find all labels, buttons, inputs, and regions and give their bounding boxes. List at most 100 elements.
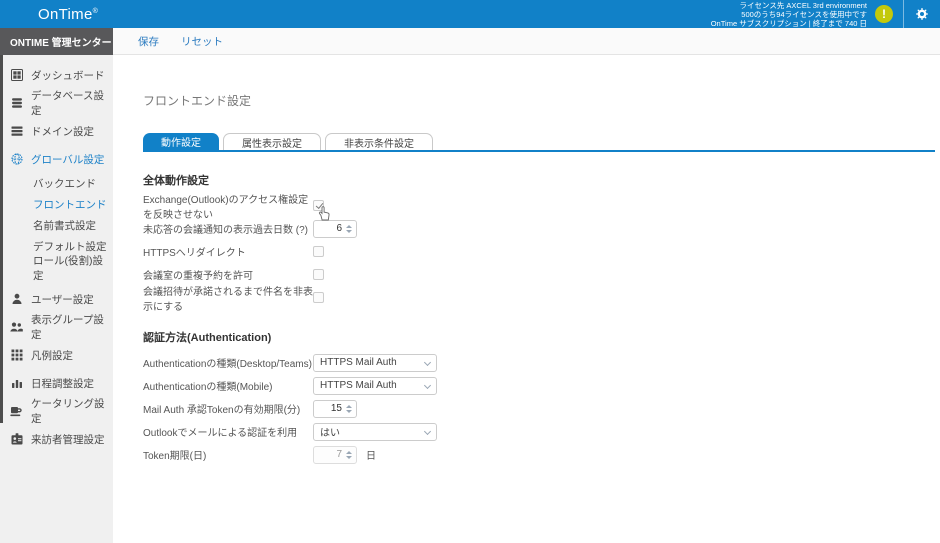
field-label: Authenticationの種類(Desktop/Teams) bbox=[143, 355, 313, 370]
field-label: 会議招待が承諾されるまで件名を非表示にする bbox=[143, 283, 313, 313]
number-value: 15 bbox=[331, 403, 342, 414]
sidebar-item-label: ロール(役割)設定 bbox=[33, 253, 113, 283]
license-line-1: ライセンス先 AXCEL 3rd environment bbox=[711, 1, 867, 10]
behavior-form: Exchange(Outlook)のアクセス権設定を反映させない 未応答の会議通… bbox=[143, 194, 935, 309]
sidebar-item-label: ドメイン設定 bbox=[31, 124, 94, 139]
sidebar-item-name-format[interactable]: 名前書式設定 bbox=[0, 215, 113, 236]
sidebar-item-label: データベース設定 bbox=[31, 88, 113, 118]
section-heading-behavior: 全体動作設定 bbox=[143, 172, 935, 188]
sidebar-item-label: フロントエンド bbox=[33, 197, 107, 212]
sidebar-item-label: グローバル設定 bbox=[31, 152, 104, 167]
authentication-form: Authenticationの種類(Desktop/Teams) HTTPS M… bbox=[143, 351, 935, 466]
exchange-access-checkbox[interactable] bbox=[313, 200, 324, 211]
chevron-down-icon bbox=[424, 358, 431, 365]
globe-icon bbox=[10, 153, 23, 166]
field-label: HTTPSへリダイレクト bbox=[143, 244, 313, 259]
double-booking-checkbox[interactable] bbox=[313, 269, 324, 280]
sidebar-item-label: 来訪者管理設定 bbox=[31, 432, 105, 447]
tab-behavior-settings[interactable]: 動作設定 bbox=[143, 133, 219, 150]
unanswered-days-input[interactable]: 6 bbox=[313, 220, 357, 238]
visitor-badge-icon bbox=[10, 433, 23, 446]
alert-icon[interactable]: ! bbox=[875, 5, 893, 23]
hide-subject-checkbox[interactable] bbox=[313, 292, 324, 303]
section-heading-authentication: 認証方法(Authentication) bbox=[143, 329, 935, 345]
license-line-3: OnTime サブスクリプション | 終了まで 740 日 bbox=[711, 19, 867, 28]
token-validity-input[interactable]: 15 bbox=[313, 400, 357, 418]
sidebar-item-dashboard[interactable]: ダッシュボード bbox=[0, 61, 113, 89]
legend-grid-icon bbox=[10, 349, 23, 362]
sidebar-item-label: 日程調整設定 bbox=[31, 376, 94, 391]
spinner-arrows[interactable] bbox=[346, 447, 352, 463]
token-expiry-input[interactable]: 7 bbox=[313, 446, 357, 464]
chevron-down-icon bbox=[424, 427, 431, 434]
domain-list-icon bbox=[10, 125, 23, 138]
select-value: はい bbox=[320, 424, 340, 439]
tab-attribute-display-settings[interactable]: 属性表示設定 bbox=[223, 133, 321, 150]
sidebar-item-domain[interactable]: ドメイン設定 bbox=[0, 117, 113, 145]
sidebar-item-global-settings[interactable]: グローバル設定 bbox=[0, 145, 113, 173]
tab-hide-condition-settings[interactable]: 非表示条件設定 bbox=[325, 133, 433, 150]
ontime-logo: OnTime® bbox=[0, 6, 98, 23]
spinner-arrows[interactable] bbox=[346, 221, 352, 237]
license-info: ライセンス先 AXCEL 3rd environment 500のうち94ライセ… bbox=[711, 1, 867, 28]
field-label: Outlookでメールによる認証を利用 bbox=[143, 424, 313, 439]
select-value: HTTPS Mail Auth bbox=[320, 357, 397, 368]
sidebar-item-legend[interactable]: 凡例設定 bbox=[0, 341, 113, 369]
form-row-auth-mobile: Authenticationの種類(Mobile) HTTPS Mail Aut… bbox=[143, 374, 935, 397]
form-row-auth-desktop: Authenticationの種類(Desktop/Teams) HTTPS M… bbox=[143, 351, 935, 374]
field-label: Exchange(Outlook)のアクセス権設定を反映させない bbox=[143, 191, 313, 221]
form-row-unanswered-days: 未応答の会議通知の表示過去日数 (?) 6 bbox=[143, 217, 935, 240]
field-label: 会議室の重複予約を許可 bbox=[143, 267, 313, 282]
auth-type-mobile-select[interactable]: HTTPS Mail Auth bbox=[313, 377, 437, 395]
number-value: 6 bbox=[336, 223, 342, 234]
action-toolbar: 保存 リセット bbox=[113, 28, 940, 55]
form-row-https-redirect: HTTPSへリダイレクト bbox=[143, 240, 935, 263]
auth-type-desktop-select[interactable]: HTTPS Mail Auth bbox=[313, 354, 437, 372]
gear-icon[interactable] bbox=[904, 0, 940, 28]
chevron-down-icon bbox=[424, 381, 431, 388]
sidebar-item-label: バックエンド bbox=[33, 176, 96, 191]
spinner-arrows[interactable] bbox=[346, 401, 352, 417]
sidebar-item-visitor[interactable]: 来訪者管理設定 bbox=[0, 425, 113, 453]
sidebar-item-backend[interactable]: バックエンド bbox=[0, 173, 113, 194]
sidebar-title: ONTIME 管理センター bbox=[0, 28, 113, 55]
page-title: フロントエンド設定 bbox=[143, 92, 935, 109]
field-label: Authenticationの種類(Mobile) bbox=[143, 378, 313, 393]
select-value: HTTPS Mail Auth bbox=[320, 380, 397, 391]
sidebar-scrollbar[interactable] bbox=[0, 55, 3, 423]
catering-cup-icon bbox=[10, 405, 23, 418]
sidebar-item-label: ダッシュボード bbox=[31, 68, 105, 83]
license-line-2: 500のうち94ライセンスを使用中です bbox=[711, 10, 867, 19]
form-row-exchange-access: Exchange(Outlook)のアクセス権設定を反映させない bbox=[143, 194, 935, 217]
sidebar-item-label: 名前書式設定 bbox=[33, 218, 96, 233]
sidebar-item-display-group[interactable]: 表示グループ設定 bbox=[0, 313, 113, 341]
form-row-hide-subject: 会議招待が承諾されるまで件名を非表示にする bbox=[143, 286, 935, 309]
tab-bar: 動作設定 属性表示設定 非表示条件設定 bbox=[143, 133, 935, 150]
sidebar-item-role-settings[interactable]: ロール(役割)設定 bbox=[0, 257, 113, 278]
sidebar-item-user-settings[interactable]: ユーザー設定 bbox=[0, 285, 113, 313]
tab-underline bbox=[143, 150, 935, 152]
token-expiry-unit: 日 bbox=[366, 447, 376, 462]
sidebar: ダッシュボード データベース設定 ドメイン設定 グローバル設定 バックエンド フ… bbox=[0, 55, 113, 543]
field-label: Mail Auth 承認Tokenの有効期限(分) bbox=[143, 401, 313, 416]
outlook-mail-auth-select[interactable]: はい bbox=[313, 423, 437, 441]
reset-button[interactable]: リセット bbox=[181, 34, 223, 49]
user-group-icon bbox=[10, 321, 23, 334]
form-row-token-validity: Mail Auth 承認Tokenの有効期限(分) 15 bbox=[143, 397, 935, 420]
bar-chart-icon bbox=[10, 377, 23, 390]
sidebar-item-frontend[interactable]: フロントエンド bbox=[0, 194, 113, 215]
number-value: 7 bbox=[336, 449, 342, 460]
database-icon bbox=[10, 97, 23, 110]
form-row-outlook-mail-auth: Outlookでメールによる認証を利用 はい bbox=[143, 420, 935, 443]
top-bar: OnTime® ライセンス先 AXCEL 3rd environment 500… bbox=[0, 0, 940, 28]
registered-mark: ® bbox=[93, 8, 98, 15]
sidebar-item-schedule[interactable]: 日程調整設定 bbox=[0, 369, 113, 397]
sidebar-item-label: 凡例設定 bbox=[31, 348, 73, 363]
save-button[interactable]: 保存 bbox=[138, 34, 159, 49]
https-redirect-checkbox[interactable] bbox=[313, 246, 324, 257]
field-label: Token期限(日) bbox=[143, 447, 313, 462]
field-label: 未応答の会議通知の表示過去日数 (?) bbox=[143, 221, 313, 236]
dashboard-icon bbox=[10, 69, 23, 82]
sidebar-item-database[interactable]: データベース設定 bbox=[0, 89, 113, 117]
sidebar-item-catering[interactable]: ケータリング設定 bbox=[0, 397, 113, 425]
